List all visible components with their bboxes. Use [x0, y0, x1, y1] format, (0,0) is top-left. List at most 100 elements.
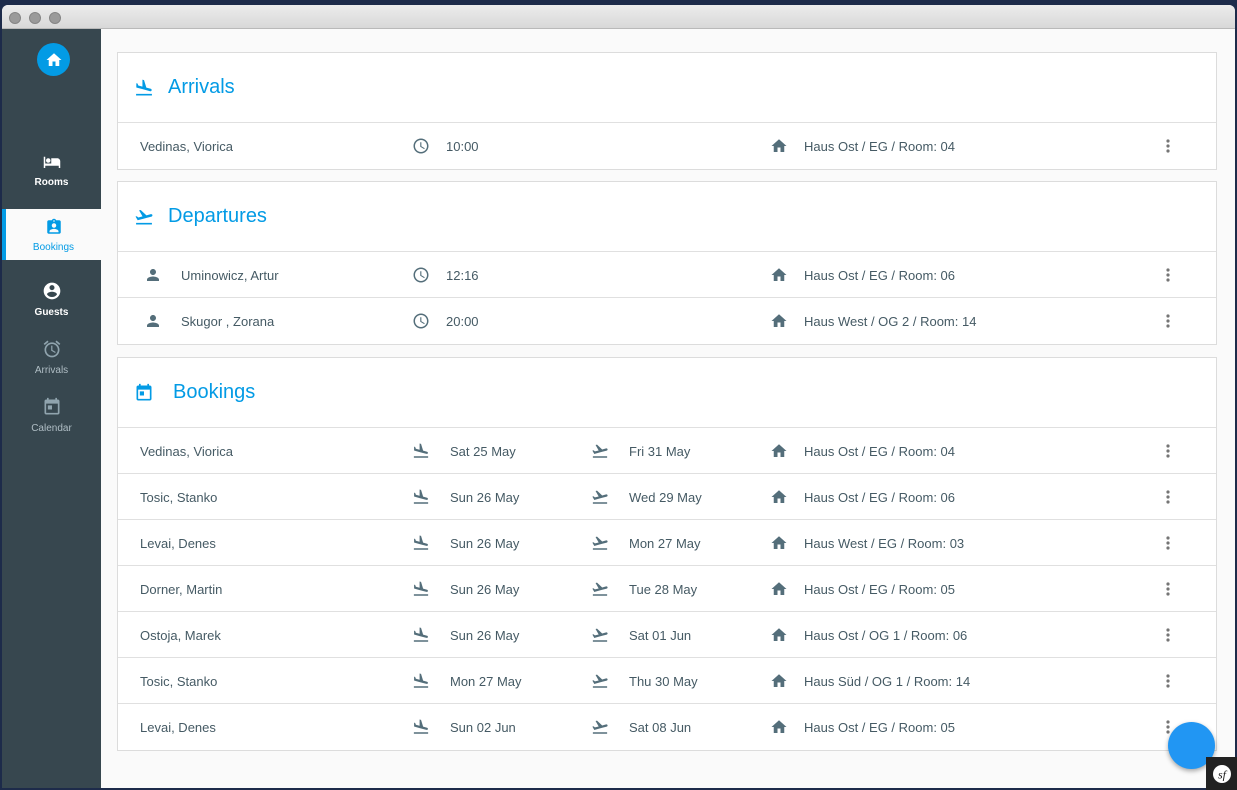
symfony-debug-badge[interactable]: sf — [1206, 757, 1237, 790]
alarm-icon — [43, 340, 60, 358]
room-location: Haus Ost / EG / Room: 06 — [804, 489, 955, 505]
booking-row[interactable]: Ostoja, Marek Sun 26 May Sat 01 Jun Haus Os… — [118, 612, 1216, 658]
departure-date: Tue 28 May — [629, 581, 698, 597]
flight-land-icon — [413, 719, 429, 734]
sidebar-item-guests[interactable]: Guests — [2, 281, 101, 321]
flight-takeoff-icon — [135, 209, 153, 224]
more-menu-button[interactable] — [1158, 672, 1178, 690]
home-icon — [771, 444, 787, 457]
bed-icon — [43, 156, 60, 168]
home-icon — [771, 674, 787, 687]
more-vert-icon — [1166, 628, 1170, 642]
departure-date: Fri 31 May — [629, 443, 691, 459]
room-location: Haus Süd / OG 1 / Room: 14 — [804, 673, 971, 689]
guest-name: Levai, Denes — [140, 535, 216, 551]
more-menu-button[interactable] — [1158, 534, 1178, 552]
guest-name: Levai, Denes — [140, 719, 216, 735]
more-menu-button[interactable] — [1158, 266, 1178, 284]
booking-row[interactable]: Dorner, Martin Sun 26 May Tue 28 May Haus O… — [118, 566, 1216, 612]
guest-name: Ostoja, Marek — [140, 627, 221, 643]
flight-land-icon — [136, 79, 152, 95]
close-window-button[interactable] — [9, 12, 21, 24]
booking-row[interactable]: Levai, Denes Sun 26 May Mon 27 May Haus Wes… — [118, 520, 1216, 566]
zoom-window-button[interactable] — [49, 12, 61, 24]
guest-name: Tosic, Stanko — [140, 489, 218, 505]
minimize-window-button[interactable] — [29, 12, 41, 24]
sidebar-item-rooms[interactable]: Rooms — [2, 153, 101, 199]
sidebar-item-label: Guests — [34, 307, 69, 318]
departure-row[interactable]: Uminowicz, Artur 12:16 Haus Ost / EG / R… — [118, 252, 1216, 298]
card-header: Bookings — [118, 358, 1216, 428]
more-vert-icon — [1166, 582, 1170, 596]
sidebar-item-calendar[interactable]: Calendar — [2, 397, 101, 437]
more-menu-button[interactable] — [1158, 580, 1178, 598]
booking-row[interactable]: Tosic, Stanko Sun 26 May Wed 29 May Haus Os… — [118, 474, 1216, 520]
home-icon — [771, 628, 787, 641]
guest-name: Vedinas, Viorica — [140, 138, 233, 154]
flight-takeoff-icon — [592, 720, 608, 734]
room-location: Haus Ost / OG 1 / Room: 06 — [804, 627, 968, 643]
flight-takeoff-icon — [592, 490, 608, 504]
flight-takeoff-icon — [592, 674, 608, 688]
more-menu-button[interactable] — [1158, 137, 1178, 155]
booking-row[interactable]: Tosic, Stanko Mon 27 May Thu 30 May Haus Sü… — [118, 658, 1216, 704]
home-icon — [771, 536, 787, 549]
home-button[interactable] — [37, 43, 70, 76]
home-icon — [771, 268, 787, 281]
departures-card: Departures Uminowicz, Artur 12:16 Haus O… — [117, 181, 1217, 345]
home-icon — [771, 720, 787, 733]
departure-date: Thu 30 May — [629, 673, 698, 689]
bookings-card: Bookings Vedinas, Viorica Sat 25 May Fri 3… — [117, 357, 1217, 751]
sidebar: Rooms Bookings Guests Arrivals Calendar — [2, 29, 101, 788]
home-icon — [771, 314, 787, 327]
arrival-date: Sun 26 May — [450, 489, 520, 505]
arrival-row[interactable]: Vedinas, Viorica 10:00 Haus Ost / EG / R… — [118, 123, 1216, 169]
more-vert-icon — [1166, 720, 1170, 734]
flight-land-icon — [413, 627, 429, 642]
departure-time: 12:16 — [446, 267, 479, 283]
departure-date: Sat 08 Jun — [629, 719, 692, 735]
main-content: Arrivals Vedinas, Viorica 10:00 Haus Ost… — [101, 29, 1235, 788]
departure-date: Mon 27 May — [629, 535, 701, 551]
more-menu-button[interactable] — [1158, 626, 1178, 644]
sidebar-item-label: Bookings — [32, 242, 75, 253]
more-vert-icon — [1166, 268, 1170, 282]
room-location: Haus Ost / EG / Room: 04 — [804, 138, 955, 154]
arrival-date: Sun 02 Jun — [450, 719, 516, 735]
flight-land-icon — [413, 443, 429, 458]
room-location: Haus Ost / EG / Room: 04 — [804, 443, 955, 459]
flight-land-icon — [413, 581, 429, 596]
departure-row[interactable]: Skugor , Zorana 20:00 Haus West / OG 2 /… — [118, 298, 1216, 344]
arrival-date: Sun 26 May — [450, 535, 520, 551]
flight-takeoff-icon — [592, 582, 608, 596]
clock-icon — [413, 313, 429, 329]
arrival-date: Sun 26 May — [450, 627, 520, 643]
calendar-icon — [44, 397, 59, 415]
arrival-date: Sun 26 May — [450, 581, 520, 597]
home-icon — [771, 490, 787, 503]
room-location: Haus West / OG 2 / Room: 14 — [804, 313, 977, 329]
sidebar-item-arrivals[interactable]: Arrivals — [2, 339, 101, 379]
card-title: Bookings — [173, 381, 256, 403]
room-location: Haus West / EG / Room: 03 — [804, 535, 965, 551]
departure-time: 20:00 — [446, 313, 479, 329]
more-menu-button[interactable] — [1158, 442, 1178, 460]
sidebar-item-label: Calendar — [31, 423, 72, 434]
more-menu-button[interactable] — [1158, 312, 1178, 330]
more-vert-icon — [1166, 536, 1170, 550]
arrival-date: Sat 25 May — [450, 443, 516, 459]
room-location: Haus Ost / EG / Room: 05 — [804, 719, 955, 735]
room-location: Haus Ost / EG / Room: 05 — [804, 581, 955, 597]
flight-takeoff-icon — [592, 536, 608, 550]
bookings-list: Vedinas, Viorica Sat 25 May Fri 31 May Haus… — [118, 428, 1216, 750]
more-menu-button[interactable] — [1158, 488, 1178, 506]
sidebar-item-bookings[interactable]: Bookings — [2, 209, 101, 260]
booking-row[interactable]: Levai, Denes Sun 02 Jun Sat 08 Jun Haus Ost… — [118, 704, 1216, 750]
home-icon — [771, 139, 787, 152]
flight-land-icon — [413, 673, 429, 688]
arrival-date: Mon 27 May — [450, 673, 522, 689]
more-vert-icon — [1166, 314, 1170, 328]
arrivals-card: Arrivals Vedinas, Viorica 10:00 Haus Ost… — [117, 52, 1217, 170]
sidebar-item-label: Rooms — [34, 177, 69, 188]
booking-row[interactable]: Vedinas, Viorica Sat 25 May Fri 31 May Haus… — [118, 428, 1216, 474]
